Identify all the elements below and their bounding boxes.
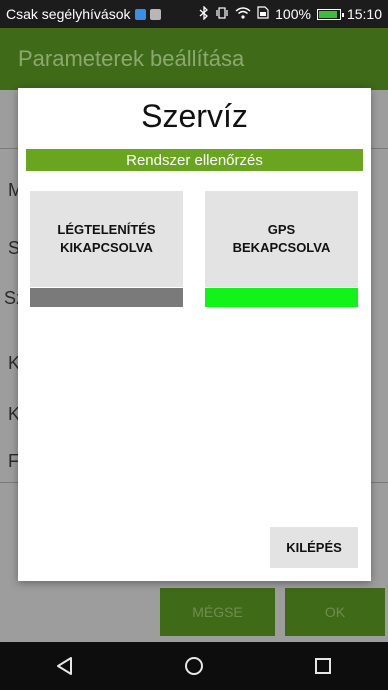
app-title: Parameterek beállítása (18, 46, 245, 71)
notification-square-icon (134, 8, 146, 20)
gps-status-indicator (205, 288, 358, 307)
navigation-bar (0, 642, 388, 690)
image-icon (149, 8, 161, 20)
section-header: Rendszer ellenőrzés (26, 149, 363, 171)
app-bar: Parameterek beállítása (0, 28, 388, 90)
recents-icon[interactable] (303, 646, 343, 686)
back-icon[interactable] (45, 646, 85, 686)
cancel-button[interactable]: MÉGSE (160, 588, 275, 636)
home-icon[interactable] (174, 646, 214, 686)
clock: 15:10 (346, 6, 382, 22)
vibrate-icon (215, 6, 229, 23)
service-dialog: Szervíz Rendszer ellenőrzés LÉGTELENÍTÉS… (18, 88, 371, 581)
bluetooth-icon (199, 4, 209, 23)
status-bar: Csak segélyhívások 100% 15:10 (0, 0, 388, 28)
sim-icon (257, 6, 269, 22)
exit-button[interactable]: KILÉPÉS (270, 527, 358, 568)
carrier-text: Csak segélyhívások (6, 6, 131, 22)
battery-percent: 100% (275, 6, 311, 22)
wifi-icon (235, 6, 251, 22)
ok-button[interactable]: OK (285, 588, 385, 636)
venting-status-tile[interactable]: LÉGTELENÍTÉS KIKAPCSOLVA (30, 191, 183, 287)
gps-status-tile[interactable]: GPS BEKAPCSOLVA (205, 191, 358, 287)
battery-icon (316, 8, 344, 20)
dialog-title: Szervíz (141, 98, 248, 134)
venting-status-indicator (30, 288, 183, 307)
